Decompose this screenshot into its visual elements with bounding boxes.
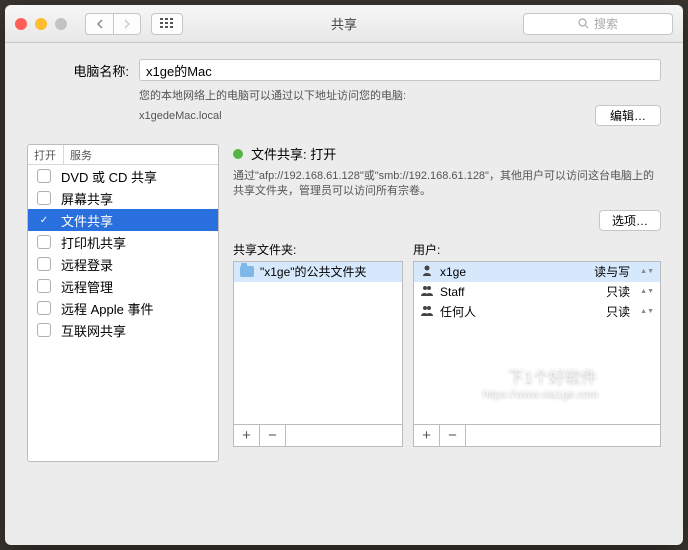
search-input[interactable]: 搜索 [523,13,673,35]
header-on[interactable]: 打开 [28,145,64,164]
service-checkbox[interactable] [37,257,51,271]
user-row[interactable]: Staff 只读 ▲▼ [414,282,660,302]
status-description: 通过"afp://192.168.61.128"或"smb://192.168.… [233,169,661,200]
service-row[interactable]: 屏幕共享 [28,187,218,209]
service-row[interactable]: 互联网共享 [28,319,218,341]
remove-folder-button[interactable]: − [260,425,286,446]
service-row[interactable]: 远程登录 [28,253,218,275]
hostname: x1gedeMac.local [139,110,222,122]
user-name: 任何人 [440,303,476,320]
service-label: 文件共享 [61,211,113,230]
service-checkbox[interactable]: ✓ [37,213,51,227]
folders-label: 共享文件夹: [233,241,403,258]
folder-row[interactable]: "x1ge"的公共文件夹 [234,262,402,282]
show-all-button[interactable] [151,13,183,35]
computer-name-input[interactable]: x1ge的Mac [139,59,661,81]
users-label: 用户: [413,241,661,258]
services-header: 打开 服务 [28,145,218,165]
users-listbox[interactable]: x1ge 读与写 ▲▼ Staff 只读 ▲▼ 任何人 只读 ▲▼ [413,261,661,425]
chevron-icon: ▲▼ [640,288,654,295]
service-row[interactable]: 打印机共享 [28,231,218,253]
add-user-button[interactable]: + [414,425,440,446]
user-permission[interactable]: 只读 [606,303,630,320]
add-folder-button[interactable]: + [234,425,260,446]
service-checkbox[interactable] [37,279,51,293]
service-label: 远程 Apple 事件 [61,299,153,318]
services-panel: 打开 服务 DVD 或 CD 共享屏幕共享 ✓ 文件共享打印机共享远程登录远程管理远… [27,144,219,462]
folder-icon [240,266,254,277]
search-placeholder: 搜索 [594,15,618,32]
service-checkbox[interactable] [37,301,51,315]
back-button[interactable] [85,13,113,35]
service-label: 互联网共享 [61,321,126,340]
service-row[interactable]: ✓ 文件共享 [28,209,218,231]
service-row[interactable]: 远程 Apple 事件 [28,297,218,319]
remove-user-button[interactable]: − [440,425,466,446]
close-icon[interactable] [15,18,27,30]
minimize-icon[interactable] [35,18,47,30]
edit-button[interactable]: 编辑… [595,105,661,126]
forward-button[interactable] [113,13,141,35]
user-row[interactable]: x1ge 读与写 ▲▼ [414,262,660,282]
user-row[interactable]: 任何人 只读 ▲▼ [414,302,660,322]
service-checkbox[interactable] [37,169,51,183]
user-name: x1ge [440,265,466,279]
titlebar: 共享 搜索 [5,5,683,43]
status-indicator-icon [233,149,243,159]
sharing-preferences-window: 共享 搜索 电脑名称: x1ge的Mac 您的本地网络上的电脑可以通过以下地址访… [5,5,683,545]
service-label: 远程管理 [61,277,113,296]
user-name: Staff [440,285,464,299]
service-row[interactable]: DVD 或 CD 共享 [28,165,218,187]
options-button[interactable]: 选项… [599,210,661,231]
folder-label: "x1ge"的公共文件夹 [260,263,367,280]
computer-desc: 您的本地网络上的电脑可以通过以下地址访问您的电脑: [139,87,661,103]
folders-buttons: + − [233,425,403,447]
zoom-icon[interactable] [55,18,67,30]
service-row[interactable]: 远程管理 [28,275,218,297]
folders-listbox[interactable]: "x1ge"的公共文件夹 [233,261,403,425]
user-icon [420,264,434,279]
service-checkbox[interactable] [37,323,51,337]
status-title: 文件共享: 打开 [251,144,336,163]
window-controls [15,18,67,30]
service-label: DVD 或 CD 共享 [61,167,157,186]
service-label: 屏幕共享 [61,189,113,208]
service-checkbox[interactable] [37,191,51,205]
search-icon [578,18,589,29]
chevron-icon: ▲▼ [640,268,654,275]
service-label: 打印机共享 [61,233,126,252]
chevron-icon: ▲▼ [640,308,654,315]
user-permission[interactable]: 只读 [606,283,630,300]
service-label: 远程登录 [61,255,113,274]
user-icon [420,304,434,319]
header-service[interactable]: 服务 [64,145,218,164]
user-permission[interactable]: 读与写 [594,263,630,280]
service-checkbox[interactable] [37,235,51,249]
detail-panel: 文件共享: 打开 通过"afp://192.168.61.128"或"smb:/… [233,144,661,462]
nav-buttons [85,13,141,35]
users-buttons: + − [413,425,661,447]
services-list: DVD 或 CD 共享屏幕共享 ✓ 文件共享打印机共享远程登录远程管理远程 Appl… [28,165,218,341]
content-area: 电脑名称: x1ge的Mac 您的本地网络上的电脑可以通过以下地址访问您的电脑:… [5,43,683,545]
user-icon [420,284,434,299]
computer-name-label: 电脑名称: [27,61,129,80]
